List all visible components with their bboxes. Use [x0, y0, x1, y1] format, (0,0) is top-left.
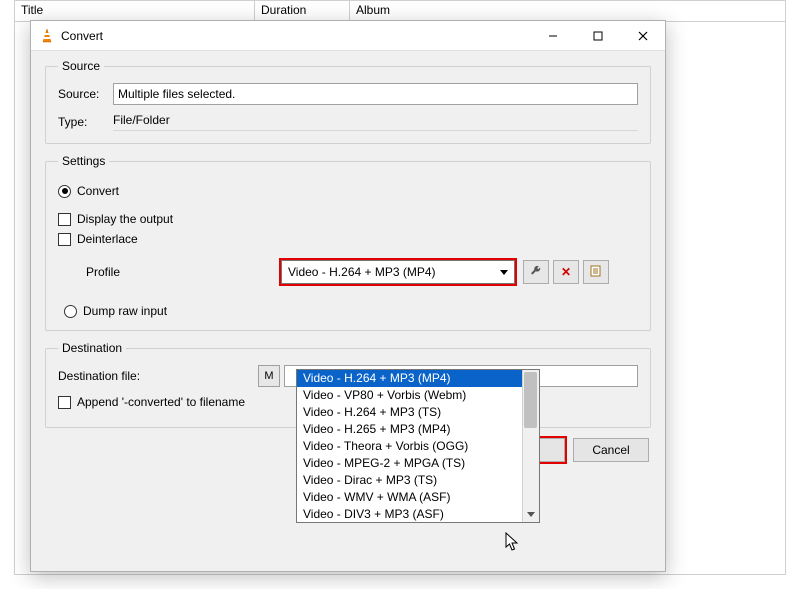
source-input[interactable] — [113, 83, 638, 105]
type-value: File/Folder — [113, 113, 638, 131]
profile-option[interactable]: Video - VP80 + Vorbis (Webm) — [297, 387, 522, 404]
scroll-down-icon[interactable] — [523, 507, 539, 522]
settings-legend: Settings — [58, 154, 109, 168]
settings-group: Settings Convert Display the output Dein… — [45, 154, 651, 331]
dialog-client: Source Source: Type: File/Folder Setting… — [31, 51, 665, 571]
new-profile-button[interactable] — [583, 260, 609, 284]
col-album[interactable]: Album — [350, 1, 785, 21]
profile-label: Profile — [86, 265, 281, 279]
profile-option[interactable]: Video - H.264 + MP3 (TS) — [297, 404, 522, 421]
dump-raw-radio[interactable] — [64, 305, 77, 318]
titlebar[interactable]: Convert — [31, 21, 665, 51]
dropdown-scrollbar[interactable] — [522, 370, 539, 522]
minimize-button[interactable] — [530, 21, 575, 51]
deinterlace-label: Deinterlace — [77, 232, 138, 246]
display-output-label: Display the output — [77, 212, 173, 226]
destination-legend: Destination — [58, 341, 126, 355]
vlc-icon — [39, 28, 55, 44]
profile-option[interactable]: Video - H.264 + MP3 (MP4) — [297, 370, 522, 387]
wrench-icon — [529, 264, 543, 281]
profile-dropdown[interactable]: Video - H.264 + MP3 (MP4) Video - VP80 +… — [296, 369, 540, 523]
cancel-button-label: Cancel — [592, 443, 629, 457]
dialog-title: Convert — [61, 29, 103, 43]
maximize-button[interactable] — [575, 21, 620, 51]
convert-radio[interactable] — [58, 185, 71, 198]
delete-icon: ✕ — [561, 265, 571, 279]
source-label: Source: — [58, 87, 113, 101]
close-button[interactable] — [620, 21, 665, 51]
type-label: Type: — [58, 115, 113, 129]
convert-dialog: Convert Source Source: Type: File/Folder… — [30, 20, 666, 572]
browse-icon: M — [264, 370, 273, 382]
profile-option[interactable]: Video - WMV + WMA (ASF) — [297, 489, 522, 506]
col-duration[interactable]: Duration — [255, 1, 350, 21]
browse-button[interactable]: M — [258, 365, 280, 387]
profile-select[interactable]: Video - H.264 + MP3 (MP4) — [281, 260, 515, 284]
scrollbar-thumb[interactable] — [524, 372, 537, 428]
profile-selected-value: Video - H.264 + MP3 (MP4) — [288, 265, 436, 279]
chevron-down-icon — [500, 270, 508, 275]
profile-option[interactable]: Video - Theora + Vorbis (OGG) — [297, 438, 522, 455]
display-output-checkbox[interactable] — [58, 213, 71, 226]
dump-raw-label: Dump raw input — [83, 304, 167, 318]
new-profile-icon — [589, 264, 603, 281]
profile-option[interactable]: Video - MPEG-2 + MPGA (TS) — [297, 455, 522, 472]
playlist-header: Title Duration Album — [14, 0, 786, 22]
profile-option[interactable]: Video - H.265 + MP3 (MP4) — [297, 421, 522, 438]
convert-radio-label: Convert — [77, 184, 119, 198]
edit-profile-button[interactable] — [523, 260, 549, 284]
append-converted-label: Append '-converted' to filename — [77, 395, 245, 409]
deinterlace-checkbox[interactable] — [58, 233, 71, 246]
delete-profile-button[interactable]: ✕ — [553, 260, 579, 284]
cancel-button[interactable]: Cancel — [573, 438, 649, 462]
profile-option[interactable]: Video - DIV3 + MP3 (ASF) — [297, 506, 522, 522]
source-group: Source Source: Type: File/Folder — [45, 59, 651, 144]
profile-option[interactable]: Video - Dirac + MP3 (TS) — [297, 472, 522, 489]
destination-file-label: Destination file: — [58, 369, 258, 383]
source-legend: Source — [58, 59, 104, 73]
col-title[interactable]: Title — [15, 1, 255, 21]
append-converted-checkbox[interactable] — [58, 396, 71, 409]
